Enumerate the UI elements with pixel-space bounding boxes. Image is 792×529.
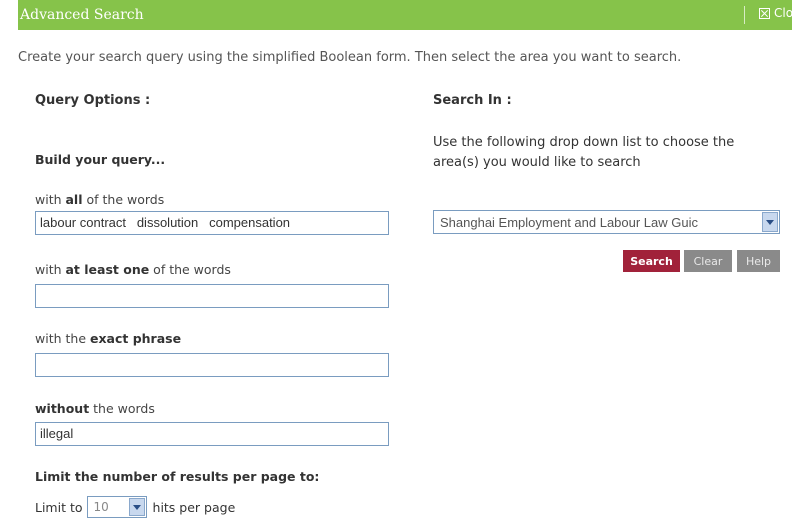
results-per-page-select[interactable]: 10 [86,496,147,518]
without-words-input[interactable]: illegal [35,422,389,446]
all-words-input[interactable]: labour contract dissolution compensation [35,211,389,235]
exact-phrase-input[interactable] [35,353,389,377]
titlebar-divider [744,6,745,24]
limit-row: Limit to 10 hits per page [35,496,235,518]
all-words-label: with all of the words [35,192,165,207]
help-button[interactable]: Help [737,250,780,272]
results-per-page-value: 10 [93,500,109,514]
close-icon [759,7,770,19]
clear-button[interactable]: Clear [684,250,732,272]
limit-prefix: Limit to [35,499,83,515]
without-words-label: without the words [35,401,155,416]
at-least-one-input[interactable] [35,284,389,308]
search-area-dropdown-button[interactable] [762,212,778,232]
dialog-titlebar: Advanced Search Close [18,0,792,30]
dialog-title: Advanced Search [20,7,144,23]
search-area-select[interactable]: Shanghai Employment and Labour Law Guic [433,210,780,234]
query-options-heading: Query Options : [35,93,151,108]
close-button[interactable]: Close [759,6,792,20]
at-least-one-label: with at least one of the words [35,262,231,277]
limit-heading: Limit the number of results per page to: [35,469,320,484]
limit-suffix: hits per page [152,499,236,515]
exact-phrase-label: with the exact phrase [35,331,182,346]
intro-text: Create your search query using the simpl… [18,50,682,65]
search-in-heading: Search In : [433,93,512,108]
search-area-value: Shanghai Employment and Labour Law Guic [440,215,698,230]
chevron-down-icon [132,504,141,510]
search-button[interactable]: Search [623,250,680,272]
build-query-label: Build your query... [35,152,166,167]
chevron-down-icon [766,219,774,225]
close-label: Close [774,6,792,20]
results-per-page-dropdown-button[interactable] [128,498,145,516]
search-in-description: Use the following drop down list to choo… [433,135,735,170]
